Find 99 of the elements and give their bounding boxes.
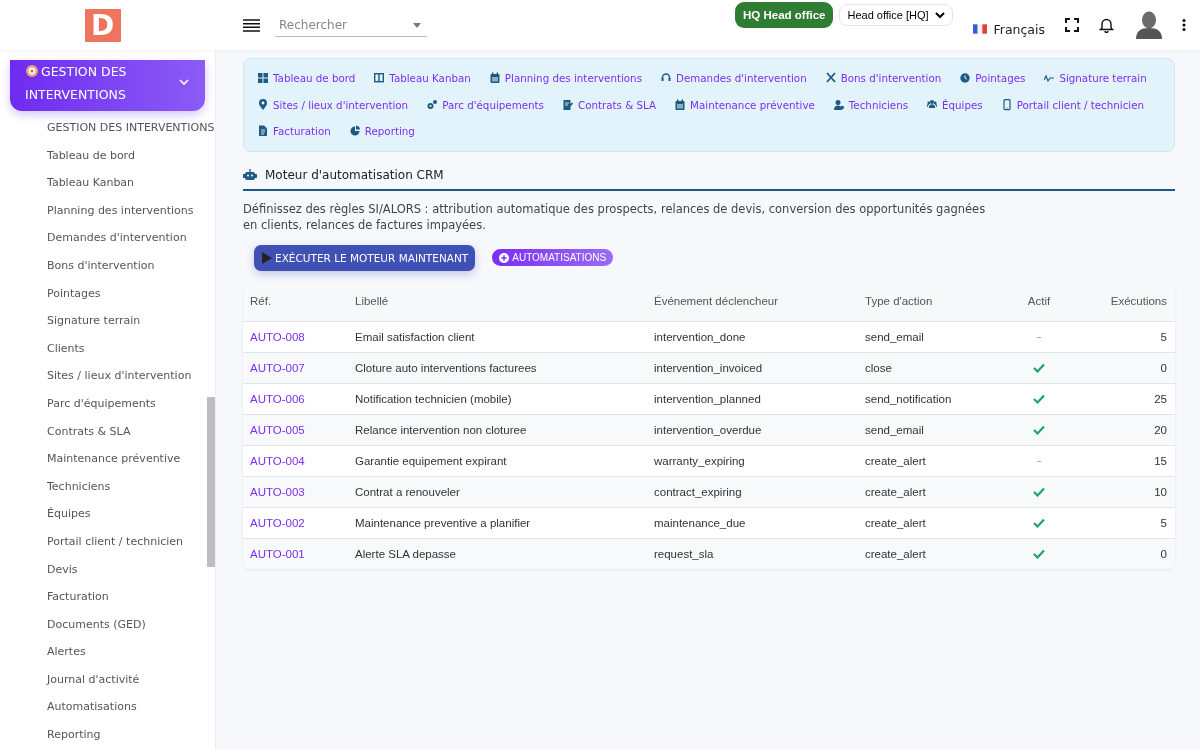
automations-button[interactable]: AUTOMATISATIONS bbox=[492, 249, 614, 266]
phone-icon bbox=[1001, 98, 1012, 111]
sidebar-item[interactable]: Devis bbox=[47, 555, 78, 584]
subnav-link[interactable]: Facturation bbox=[258, 118, 331, 145]
robot-icon bbox=[243, 168, 257, 181]
table-cell: 20 bbox=[1086, 414, 1175, 445]
subnav-link[interactable]: Équipes bbox=[927, 91, 983, 118]
subnav-link[interactable]: Pointages bbox=[960, 65, 1026, 92]
caret-icon bbox=[413, 23, 421, 28]
sidebar-item[interactable]: Portail client / technicien bbox=[47, 527, 184, 556]
table-cell: intervention_overdue bbox=[647, 414, 858, 445]
table-cell: Contrat a renouveler bbox=[348, 476, 647, 507]
sidebar-item[interactable]: Pointages bbox=[47, 279, 101, 308]
fullscreen-icon[interactable] bbox=[1065, 18, 1079, 32]
calendar-icon bbox=[675, 98, 686, 111]
reference-link[interactable]: AUTO-002 bbox=[250, 516, 305, 529]
column-header: Exécutions bbox=[1086, 281, 1175, 321]
column-header: Libellé bbox=[348, 281, 647, 321]
chevron-icon bbox=[935, 11, 946, 19]
pie-chart-icon bbox=[349, 125, 360, 138]
subnav-link[interactable]: Tableau de bord bbox=[258, 65, 356, 92]
pin-icon bbox=[258, 98, 268, 111]
sidebar-item[interactable]: Contrats & SLA bbox=[47, 417, 131, 446]
subnav-link[interactable]: Contrats & SLA bbox=[562, 91, 657, 118]
office-badge[interactable]: HQ Head office bbox=[735, 2, 834, 28]
avatar-icon[interactable] bbox=[1136, 11, 1162, 39]
scrollbar[interactable] bbox=[207, 397, 215, 567]
sidebar-item[interactable]: Tableau de bord bbox=[47, 141, 135, 170]
column-header: Événement déclencheur bbox=[647, 281, 858, 321]
sidebar-item[interactable]: Parc d'équipements bbox=[47, 389, 156, 418]
sidebar-item[interactable]: Maintenance préventive bbox=[47, 445, 181, 473]
calendar-icon bbox=[489, 72, 500, 85]
column-header: Type d'action bbox=[858, 281, 992, 321]
subnav-link[interactable]: Techniciens bbox=[833, 91, 909, 118]
table-cell: close bbox=[858, 352, 992, 383]
table-cell: create_alert bbox=[858, 538, 992, 569]
search-field[interactable]: Rechercher bbox=[275, 13, 427, 37]
subnav-link[interactable]: Tableau Kanban bbox=[374, 65, 471, 92]
subnav-link[interactable]: Maintenance préventive bbox=[675, 91, 815, 118]
sidebar-item[interactable]: GESTION DES INTERVENTIONS bbox=[47, 114, 215, 142]
menu-group-header[interactable]: GESTION DES INTERVENTIONS bbox=[10, 60, 205, 111]
subnav-link[interactable]: Portail client / technicien bbox=[1001, 91, 1145, 118]
section-description: Définissez des règles SI/ALORS : attribution automatique des prospects, relances de devis, conversion des opportunités gagnées en clients, relances de factures impayées. bbox=[243, 200, 987, 233]
table-cell: Alerte SLA depasse bbox=[348, 538, 647, 569]
menu-icon[interactable] bbox=[243, 18, 260, 32]
play-icon bbox=[262, 251, 272, 264]
table-cell: create_alert bbox=[858, 476, 992, 507]
sidebar-item[interactable]: Automatisations bbox=[47, 693, 137, 722]
document-pen-icon bbox=[562, 98, 573, 111]
section-title: Moteur d'automatisation CRM bbox=[265, 167, 444, 182]
columns-icon bbox=[374, 72, 385, 85]
subnav-link[interactable]: Bons d'intervention bbox=[825, 65, 942, 92]
reference-link[interactable]: AUTO-006 bbox=[250, 392, 305, 405]
table-cell: contract_expiring bbox=[647, 476, 858, 507]
column-header: Actif bbox=[992, 281, 1086, 321]
document-icon bbox=[258, 125, 268, 138]
reference-link[interactable]: AUTO-004 bbox=[250, 454, 305, 467]
subnav-link[interactable]: Sites / lieux d'intervention bbox=[258, 91, 409, 118]
sidebar-item[interactable]: Alertes bbox=[47, 638, 86, 666]
flag-icon bbox=[973, 24, 988, 34]
column-header: Réf. bbox=[243, 281, 348, 321]
table-cell: request_sla bbox=[647, 538, 858, 569]
subnav-link[interactable]: Reporting bbox=[349, 118, 415, 145]
table-cell: Relance intervention non cloturee bbox=[348, 414, 647, 445]
chevron-icon bbox=[179, 79, 189, 85]
grid-icon bbox=[258, 72, 268, 85]
sidebar-item[interactable]: Facturation bbox=[47, 583, 109, 611]
language-selector[interactable]: Français bbox=[973, 21, 1045, 37]
sidebar-item[interactable]: Reporting bbox=[47, 721, 101, 749]
sidebar-item[interactable]: Signature terrain bbox=[47, 307, 141, 335]
table-cell: send_email bbox=[858, 414, 992, 445]
subnav-link[interactable]: Planning des interventions bbox=[489, 65, 642, 92]
bell-icon[interactable] bbox=[1099, 17, 1114, 33]
table-cell: 0 bbox=[1086, 538, 1175, 569]
sidebar-item[interactable]: Bons d'intervention bbox=[47, 251, 155, 280]
sidebar-item[interactable]: Équipes bbox=[47, 500, 91, 528]
sidebar-item[interactable]: Sites / lieux d'intervention bbox=[47, 362, 192, 390]
sidebar-item[interactable]: Techniciens bbox=[47, 472, 111, 501]
sidebar-item[interactable]: Planning des interventions bbox=[47, 196, 194, 225]
sidebar-item[interactable]: Documents (GED) bbox=[47, 610, 146, 639]
users-icon bbox=[927, 98, 938, 111]
subnav-link[interactable]: Demandes d'intervention bbox=[661, 65, 807, 92]
table-cell: 0 bbox=[1086, 352, 1175, 383]
sidebar-item[interactable]: Demandes d'intervention bbox=[47, 224, 187, 252]
user-gear-icon bbox=[833, 98, 844, 111]
subnav-link[interactable]: Signature terrain bbox=[1044, 65, 1147, 92]
plus-circle-icon bbox=[499, 252, 510, 263]
subnav-link[interactable]: Parc d'équipements bbox=[427, 91, 544, 118]
clock-icon bbox=[960, 72, 971, 85]
sidebar-item[interactable]: Journal d'activité bbox=[47, 665, 140, 694]
sidebar-item[interactable]: Tableau Kanban bbox=[47, 169, 135, 197]
more-icon[interactable] bbox=[1182, 19, 1186, 31]
office-select[interactable]: Head office [HQ] bbox=[839, 4, 954, 26]
sidebar-item[interactable]: Clients bbox=[47, 334, 85, 363]
table-cell: intervention_invoiced bbox=[647, 352, 858, 383]
run-engine-button[interactable]: EXÉCUTER LE MOTEUR MAINTENANT bbox=[254, 244, 476, 271]
table-cell: Cloture auto interventions facturees bbox=[348, 352, 647, 383]
reference-link[interactable]: AUTO-008 bbox=[250, 330, 305, 343]
table-cell: 10 bbox=[1086, 476, 1175, 507]
